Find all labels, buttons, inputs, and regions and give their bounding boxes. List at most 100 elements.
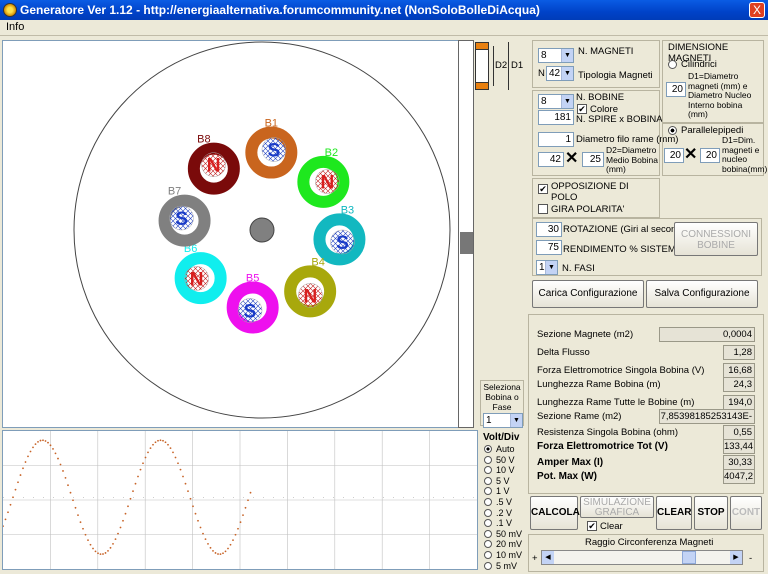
waveform-point	[69, 491, 72, 494]
waveform-point	[2, 525, 4, 528]
waveform-point	[184, 482, 187, 485]
voltdiv-radio[interactable]	[484, 498, 492, 506]
result-label: Lunghezza Rame Bobina (m)	[537, 379, 661, 390]
carica-config-button[interactable]: Carica Configurazione	[532, 280, 644, 308]
rendimento-input[interactable]: 75	[536, 240, 562, 255]
voltdiv-option[interactable]: 10 mV	[484, 550, 522, 560]
voltdiv-label: 5 mV	[496, 560, 518, 571]
fasi-select[interactable]: 1 ▼	[536, 260, 558, 275]
simulazione-button[interactable]: SIMULAZIONE GRAFICA	[580, 496, 654, 518]
raggio-scrollbar[interactable]: ◀ ▶	[541, 550, 743, 565]
n-magneti-label: N. MAGNETI	[578, 46, 634, 57]
waveform-point	[237, 527, 239, 530]
waveform-point	[89, 543, 92, 546]
waveform-point	[97, 552, 99, 555]
voltdiv-group: Volt/Div Auto 50 V 10 V5 V1 V .5 V .2 V .1 V5…	[480, 430, 526, 572]
voltdiv-radio[interactable]	[484, 551, 492, 559]
result-row: Pot. Max (W) 4047,2	[529, 469, 763, 484]
rotor-shaft	[249, 217, 275, 243]
fasi-label: N. FASI	[562, 263, 595, 274]
voltdiv-radio[interactable]	[484, 540, 492, 549]
d2-label: D2	[495, 60, 508, 71]
coil-label: B5	[246, 272, 259, 284]
voltdiv-label: Auto	[496, 444, 515, 454]
voltdiv-option[interactable]: Auto	[484, 444, 515, 454]
voltdiv-radio[interactable]	[484, 529, 492, 538]
colore-checkbox[interactable]: ✔	[577, 104, 587, 114]
waveform-point	[112, 542, 114, 545]
waveform-point	[239, 521, 242, 524]
n-magneti-select[interactable]: 8 ▼	[538, 48, 574, 63]
coil-bottom	[475, 82, 489, 90]
parallelepipedi-radio[interactable]	[668, 126, 677, 135]
opposizione-checkbox[interactable]: ✔	[538, 184, 548, 194]
para-input-b[interactable]: 20	[700, 148, 720, 163]
waveform-point	[212, 549, 214, 552]
voltdiv-option[interactable]: 50 V	[484, 455, 515, 465]
raggio-group: Raggio Circonferenza Magneti + ◀ ▶ -	[528, 534, 764, 572]
menu-bar: Info	[0, 20, 768, 36]
close-button[interactable]: X	[749, 2, 765, 18]
waveform-point	[139, 468, 142, 471]
waveform	[2, 439, 252, 556]
voltdiv-radio[interactable]	[484, 561, 492, 570]
voltdiv-option[interactable]: 50 mV	[484, 529, 522, 539]
tipologia-select[interactable]: 42 ▼	[546, 66, 574, 81]
coil-b8: N B8	[187, 134, 240, 195]
clear-button[interactable]: CLEAR	[656, 496, 692, 530]
voltdiv-radio[interactable]	[484, 455, 492, 464]
voltdiv-option[interactable]: .5 V	[484, 497, 512, 507]
gira-checkbox[interactable]	[538, 204, 548, 214]
opposizione-label: OPPOSIZIONE DI POLO	[551, 181, 629, 203]
voltdiv-label: .5 V	[496, 497, 513, 507]
connessioni-button[interactable]: CONNESSIONI BOBINE	[674, 222, 758, 256]
n-bobine-select[interactable]: 8 ▼	[538, 94, 574, 109]
waveform-point	[4, 518, 7, 521]
diametro-filo-input[interactable]: 1	[538, 132, 574, 147]
result-label: Sezione Rame (m2)	[537, 411, 622, 422]
result-row: Amper Max (I) 30,33	[529, 455, 763, 470]
waveform-point	[244, 506, 247, 509]
voltdiv-radio[interactable]	[484, 476, 492, 485]
result-row: Forza Elettromotrice Singola Bobina (V) 1…	[529, 363, 763, 378]
seleziona-select[interactable]: 1 ▼	[483, 413, 523, 428]
voltdiv-radio[interactable]	[484, 487, 492, 496]
generator-drawing: S B1 N B2 S B3 N B4 S B5 NB6 S B7 N B8	[73, 41, 451, 419]
voltdiv-option[interactable]: 10 V	[484, 465, 515, 475]
app-icon	[3, 3, 17, 17]
voltdiv-radio[interactable]	[484, 445, 492, 453]
waveform-point	[119, 526, 122, 529]
voltdiv-option[interactable]: 5 V	[484, 476, 510, 486]
rotazione-input[interactable]: 30	[536, 222, 562, 237]
d2-input-a[interactable]: 42	[538, 152, 564, 167]
coil-b3: S B3	[313, 204, 366, 266]
voltdiv-option[interactable]: 20 mV	[484, 539, 522, 549]
raggio-thumb[interactable]	[682, 551, 696, 564]
menu-info[interactable]: Info	[6, 21, 24, 33]
voltdiv-option[interactable]: .2 V	[484, 508, 512, 518]
voltdiv-radio[interactable]	[484, 466, 492, 475]
waveform-point	[99, 553, 102, 556]
magnet-pole-label: N	[190, 269, 204, 290]
clear-checkbox[interactable]: ✔	[587, 521, 597, 531]
d2-input-b[interactable]: 25	[582, 152, 604, 167]
para-input-a[interactable]: 20	[664, 148, 684, 163]
salva-config-button[interactable]: Salva Configurazione	[646, 280, 758, 308]
stop-button[interactable]: STOP	[694, 496, 728, 530]
seleziona-group: Seleziona Bobina o Fase 1 ▼	[480, 380, 524, 428]
cont-button[interactable]: CONT	[730, 496, 762, 530]
voltdiv-radio[interactable]	[484, 519, 492, 528]
waveform-point	[39, 439, 42, 442]
cilindrici-input[interactable]: 20	[666, 82, 686, 97]
cilindrici-radio[interactable]	[668, 60, 677, 69]
voltdiv-option[interactable]: 1 V	[484, 486, 510, 496]
result-label: Amper Max (I)	[537, 457, 604, 468]
voltdiv-option[interactable]: 5 mV	[484, 561, 517, 571]
voltdiv-option[interactable]: .1 V	[484, 518, 512, 528]
waveform-point	[54, 452, 57, 455]
spire-input[interactable]: 181	[538, 110, 574, 125]
waveform-point	[142, 462, 144, 465]
calcola-button[interactable]: CALCOLA	[530, 496, 580, 530]
rendimento-label: RENDIMENTO % SISTEMA	[563, 244, 683, 255]
voltdiv-radio[interactable]	[484, 508, 492, 517]
